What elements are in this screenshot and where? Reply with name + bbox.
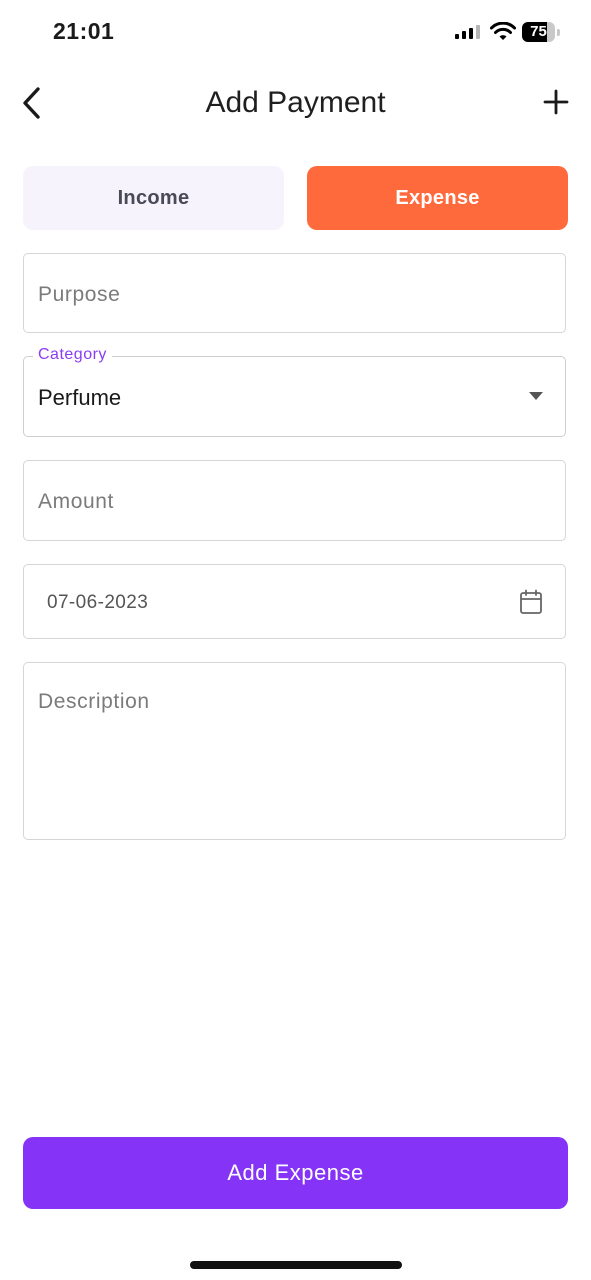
- category-label: Category: [33, 346, 112, 364]
- battery-percent: 75: [530, 23, 547, 40]
- home-indicator: [190, 1261, 402, 1269]
- purpose-input[interactable]: Purpose: [23, 253, 566, 333]
- income-tab[interactable]: Income: [23, 166, 284, 230]
- plus-icon: [543, 89, 569, 115]
- expense-tab[interactable]: Expense: [307, 166, 568, 230]
- amount-input[interactable]: Amount: [23, 460, 566, 541]
- date-value: 07-06-2023: [47, 592, 149, 613]
- status-time: 21:01: [53, 18, 115, 44]
- cellular-signal-icon: [455, 25, 480, 39]
- battery-icon: 75: [522, 22, 560, 42]
- add-button[interactable]: [540, 86, 572, 118]
- description-textarea[interactable]: Description: [23, 662, 566, 840]
- purpose-placeholder: Purpose: [38, 283, 121, 306]
- page-title: Add Payment: [205, 86, 386, 119]
- description-placeholder: Description: [38, 690, 150, 713]
- caret-down-icon: [529, 392, 543, 400]
- category-value: Perfume: [38, 385, 122, 410]
- date-picker[interactable]: 07-06-2023: [23, 564, 566, 639]
- category-select[interactable]: Perfume: [23, 356, 566, 437]
- amount-placeholder: Amount: [38, 490, 114, 513]
- wifi-icon: [490, 22, 516, 40]
- add-expense-button[interactable]: Add Expense: [23, 1137, 568, 1209]
- calendar-icon[interactable]: [519, 589, 543, 615]
